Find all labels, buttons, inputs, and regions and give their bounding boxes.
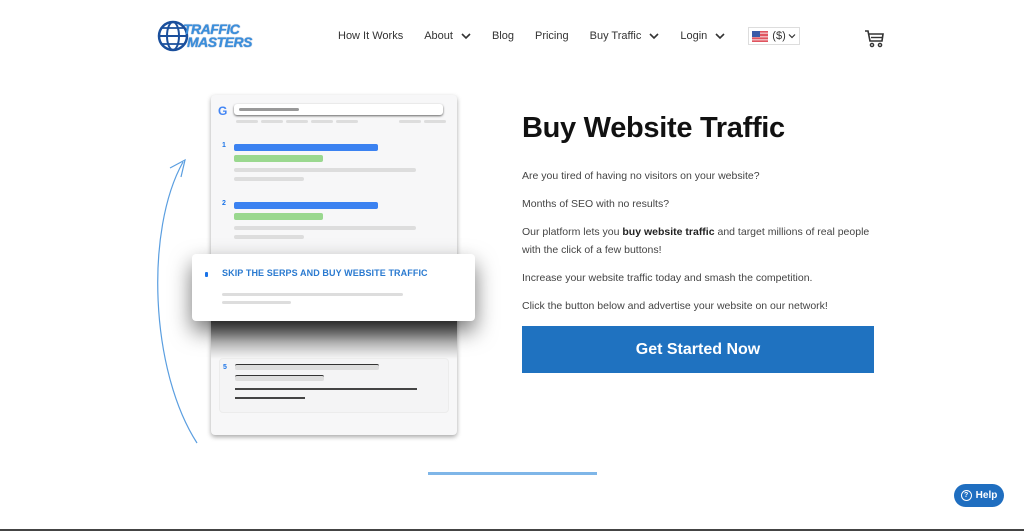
help-button[interactable]: ? Help: [954, 484, 1004, 507]
chevron-down-icon: [715, 33, 725, 40]
nav-label: Pricing: [534, 30, 569, 42]
google-logo-icon: G: [218, 104, 228, 118]
logo-text: TRAFFIC MASTERS: [183, 22, 252, 50]
result-title-bar: [234, 144, 378, 151]
featured-result-card: SKIP THE SERPS AND BUY WEBSITE TRAFFIC: [192, 254, 475, 321]
result-url-bar: [234, 155, 323, 162]
result-desc-bar: [222, 301, 291, 304]
nav-label: About: [424, 30, 453, 42]
currency-selector[interactable]: ($): [748, 27, 800, 45]
page-title: Buy Website Traffic: [522, 112, 785, 144]
hero-paragraph: Click the button below and advertise you…: [522, 300, 828, 312]
logo[interactable]: TRAFFIC MASTERS: [157, 18, 267, 54]
result-desc-bar: [234, 168, 416, 172]
main-nav: How It Works About Blog Pricing Buy Traf…: [338, 25, 800, 47]
result-title-bar: [234, 202, 378, 209]
result-desc-bar: [222, 293, 403, 296]
result-desc-bar: [235, 397, 305, 399]
result-url-bar: [235, 375, 324, 381]
search-tabs-mock: [236, 120, 446, 124]
nav-label: Blog: [491, 30, 514, 42]
result-number: 1: [222, 142, 226, 149]
hero-content: Buy Website Traffic Are you tired of hav…: [522, 112, 882, 325]
hero-paragraph: Are you tired of having no visitors on y…: [522, 170, 760, 182]
section-divider: [428, 472, 597, 475]
help-label: Help: [975, 490, 998, 501]
us-flag-icon: [752, 30, 769, 42]
card-shadow: [211, 321, 457, 359]
bold-text: buy website traffic: [622, 226, 715, 238]
question-circle-icon: ?: [960, 490, 972, 501]
nav-how-it-works[interactable]: How It Works: [338, 30, 403, 42]
search-bar-mock: [234, 104, 443, 115]
nav-buy-traffic[interactable]: Buy Traffic: [590, 30, 660, 42]
search-result: 5: [219, 358, 449, 413]
text: Our platform lets you: [522, 226, 623, 238]
result-desc-bar: [235, 388, 417, 390]
hero-paragraph: Increase your website traffic today and …: [522, 272, 813, 284]
featured-result-title: SKIP THE SERPS AND BUY WEBSITE TRAFFIC: [222, 268, 428, 278]
result-title-bar: [235, 364, 379, 370]
chevron-down-icon: [788, 34, 796, 39]
result-marker-icon: [205, 272, 208, 277]
chevron-down-icon: [649, 33, 659, 40]
result-number: 5: [223, 364, 227, 371]
result-desc-bar: [234, 235, 304, 239]
nav-pricing[interactable]: Pricing: [535, 30, 569, 42]
nav-label: How It Works: [338, 30, 404, 42]
hero-paragraph: Months of SEO with no results?: [522, 198, 670, 210]
shopping-cart-icon[interactable]: [864, 28, 886, 48]
nav-label: Login: [680, 30, 708, 42]
result-desc-bar: [234, 177, 304, 181]
site-header: TRAFFIC MASTERS How It Works About Blog …: [0, 0, 1024, 72]
nav-about[interactable]: About: [424, 30, 471, 42]
get-started-button[interactable]: Get Started Now: [522, 326, 874, 373]
nav-login[interactable]: Login: [680, 30, 725, 42]
currency-label: ($): [772, 30, 786, 42]
result-url-bar: [234, 213, 323, 220]
result-number: 2: [222, 200, 226, 207]
logo-line-2: MASTERS: [187, 34, 252, 50]
serp-illustration: G 1 2 5 SKIP THE SERPS AND BUY WEBSITE T…: [150, 90, 490, 450]
hero-paragraph: Our platform lets you buy website traffi…: [522, 223, 882, 259]
chevron-down-icon: [461, 33, 471, 40]
nav-blog[interactable]: Blog: [492, 30, 514, 42]
result-desc-bar: [234, 226, 416, 230]
nav-label: Buy Traffic: [589, 30, 642, 42]
